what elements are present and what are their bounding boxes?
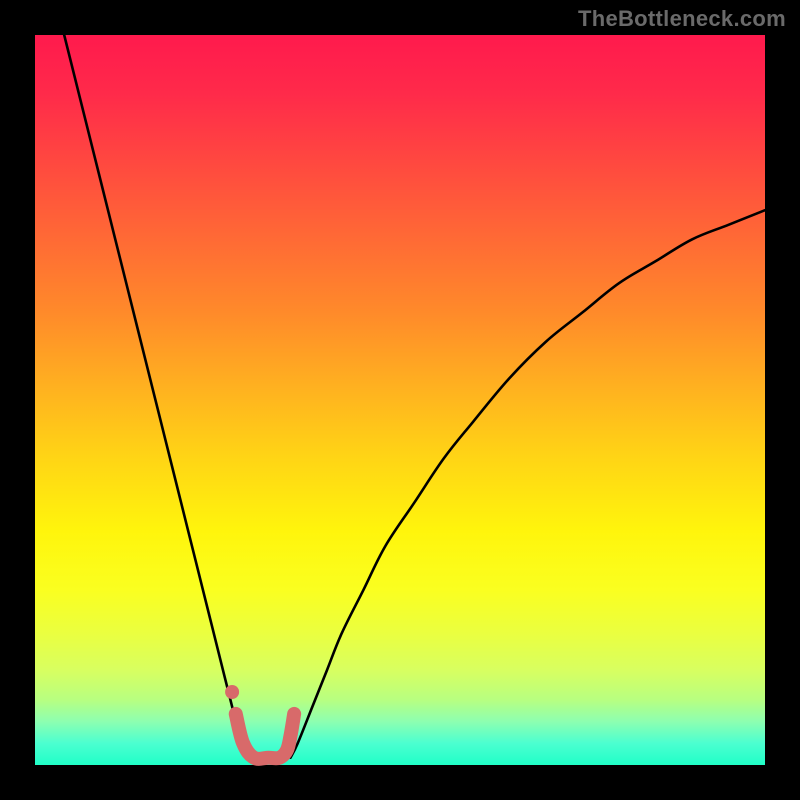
- bottleneck-marker-dot: [225, 685, 239, 699]
- right-curve: [291, 210, 766, 758]
- chart-frame: TheBottleneck.com: [0, 0, 800, 800]
- plot-area: [35, 35, 765, 765]
- watermark-text: TheBottleneck.com: [578, 6, 786, 32]
- bottleneck-marker-curve: [236, 714, 294, 759]
- left-curve: [64, 35, 247, 758]
- chart-svg: [35, 35, 765, 765]
